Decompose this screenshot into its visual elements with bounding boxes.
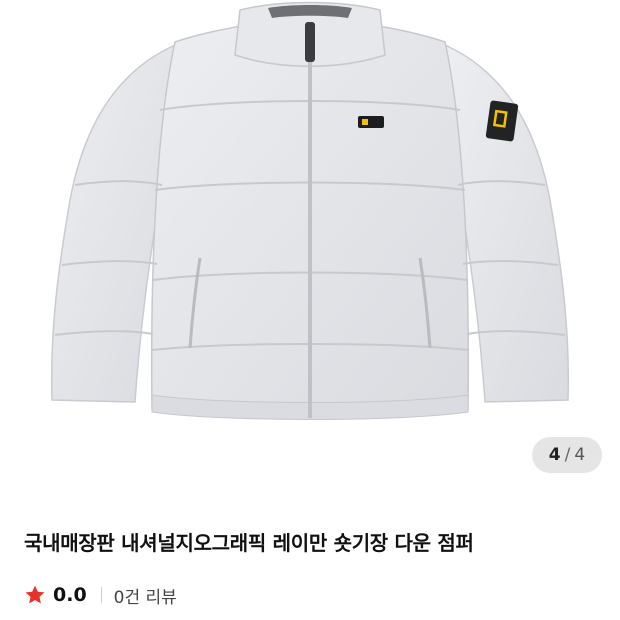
image-counter-badge: 4 / 4 [532, 437, 602, 473]
rating-score: 0.0 [53, 584, 87, 606]
review-count-link[interactable]: 0건 리뷰 [114, 583, 177, 608]
puffer-jacket-image [50, 1, 570, 420]
product-title: 국내매장판 내셔널지오그래픽 레이만 숏기장 다운 점퍼 [24, 531, 474, 555]
rating-row[interactable]: 0.0 0건 리뷰 [24, 581, 177, 609]
rating-divider [100, 587, 102, 603]
product-image[interactable]: 4 / 4 [0, 0, 620, 490]
star-icon [24, 584, 46, 606]
image-counter-current: 4 [548, 445, 561, 465]
image-counter-total: 4 [574, 445, 586, 465]
image-counter-separator: / [564, 445, 571, 465]
